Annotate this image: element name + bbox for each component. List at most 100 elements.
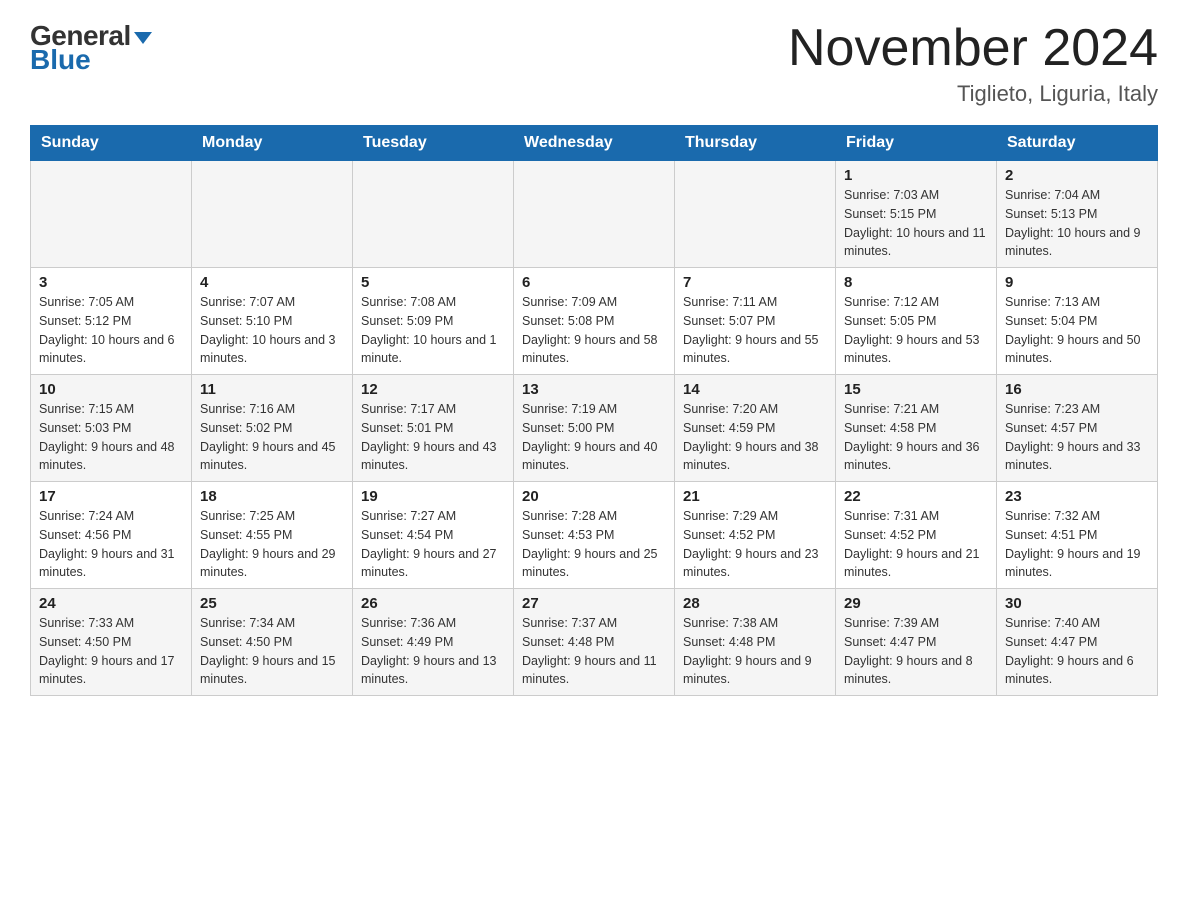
calendar-cell: 25 Sunrise: 7:34 AMSunset: 4:50 PMDayligh…: [192, 589, 353, 696]
day-number: 20: [522, 488, 666, 505]
day-number: 14: [683, 381, 827, 398]
logo-arrow-icon: [134, 32, 152, 44]
calendar-cell: 6 Sunrise: 7:09 AMSunset: 5:08 PMDaylight…: [514, 268, 675, 375]
day-info: Sunrise: 7:20 AMSunset: 4:59 PMDaylight:…: [683, 400, 827, 475]
day-info: Sunrise: 7:17 AMSunset: 5:01 PMDaylight:…: [361, 400, 505, 475]
day-number: 19: [361, 488, 505, 505]
day-info: Sunrise: 7:37 AMSunset: 4:48 PMDaylight:…: [522, 614, 666, 689]
calendar-cell: 14 Sunrise: 7:20 AMSunset: 4:59 PMDayligh…: [675, 375, 836, 482]
calendar-cell: 4 Sunrise: 7:07 AMSunset: 5:10 PMDaylight…: [192, 268, 353, 375]
calendar-cell: 2 Sunrise: 7:04 AMSunset: 5:13 PMDaylight…: [997, 161, 1158, 268]
day-number: 2: [1005, 167, 1149, 184]
calendar-table: SundayMondayTuesdayWednesdayThursdayFrid…: [30, 125, 1158, 696]
calendar-cell: 22Sunrise: 7:31 AMSunset: 4:52 PMDayligh…: [836, 482, 997, 589]
calendar-cell: 13Sunrise: 7:19 AMSunset: 5:00 PMDayligh…: [514, 375, 675, 482]
day-number: 21: [683, 488, 827, 505]
calendar-cell: 7Sunrise: 7:11 AMSunset: 5:07 PMDaylight…: [675, 268, 836, 375]
calendar-cell: 30 Sunrise: 7:40 AMSunset: 4:47 PMDayligh…: [997, 589, 1158, 696]
weekday-header-thursday: Thursday: [675, 126, 836, 161]
calendar-week-row: 10 Sunrise: 7:15 AMSunset: 5:03 PMDayligh…: [31, 375, 1158, 482]
day-number: 25: [200, 595, 344, 612]
calendar-cell: 18 Sunrise: 7:25 AMSunset: 4:55 PMDayligh…: [192, 482, 353, 589]
day-number: 13: [522, 381, 666, 398]
day-number: 7: [683, 274, 827, 291]
calendar-cell: 19 Sunrise: 7:27 AMSunset: 4:54 PMDayligh…: [353, 482, 514, 589]
day-info: Sunrise: 7:15 AMSunset: 5:03 PMDaylight:…: [39, 400, 183, 475]
day-number: 12: [361, 381, 505, 398]
calendar-cell: 20Sunrise: 7:28 AMSunset: 4:53 PMDayligh…: [514, 482, 675, 589]
location-text: Tiglieto, Liguria, Italy: [788, 81, 1158, 107]
calendar-cell: 29 Sunrise: 7:39 AMSunset: 4:47 PMDayligh…: [836, 589, 997, 696]
day-info: Sunrise: 7:16 AMSunset: 5:02 PMDaylight:…: [200, 400, 344, 475]
day-number: 29: [844, 595, 988, 612]
day-info: Sunrise: 7:04 AMSunset: 5:13 PMDaylight:…: [1005, 186, 1149, 261]
day-info: Sunrise: 7:13 AMSunset: 5:04 PMDaylight:…: [1005, 293, 1149, 368]
day-info: Sunrise: 7:07 AMSunset: 5:10 PMDaylight:…: [200, 293, 344, 368]
calendar-week-row: 17 Sunrise: 7:24 AMSunset: 4:56 PMDayligh…: [31, 482, 1158, 589]
day-info: Sunrise: 7:23 AMSunset: 4:57 PMDaylight:…: [1005, 400, 1149, 475]
calendar-cell: 27 Sunrise: 7:37 AMSunset: 4:48 PMDayligh…: [514, 589, 675, 696]
calendar-week-row: 24 Sunrise: 7:33 AMSunset: 4:50 PMDayligh…: [31, 589, 1158, 696]
calendar-cell: 15 Sunrise: 7:21 AMSunset: 4:58 PMDayligh…: [836, 375, 997, 482]
calendar-cell: 9 Sunrise: 7:13 AMSunset: 5:04 PMDaylight…: [997, 268, 1158, 375]
calendar-cell: 28Sunrise: 7:38 AMSunset: 4:48 PMDayligh…: [675, 589, 836, 696]
day-info: Sunrise: 7:36 AMSunset: 4:49 PMDaylight:…: [361, 614, 505, 689]
day-number: 24: [39, 595, 183, 612]
day-number: 17: [39, 488, 183, 505]
weekday-header-tuesday: Tuesday: [353, 126, 514, 161]
calendar-cell: 5 Sunrise: 7:08 AMSunset: 5:09 PMDaylight…: [353, 268, 514, 375]
day-number: 4: [200, 274, 344, 291]
day-info: Sunrise: 7:12 AMSunset: 5:05 PMDaylight:…: [844, 293, 988, 368]
day-info: Sunrise: 7:29 AMSunset: 4:52 PMDaylight:…: [683, 507, 827, 582]
calendar-cell: 10 Sunrise: 7:15 AMSunset: 5:03 PMDayligh…: [31, 375, 192, 482]
day-info: Sunrise: 7:21 AMSunset: 4:58 PMDaylight:…: [844, 400, 988, 475]
calendar-cell: 17 Sunrise: 7:24 AMSunset: 4:56 PMDayligh…: [31, 482, 192, 589]
day-number: 1: [844, 167, 988, 184]
day-number: 9: [1005, 274, 1149, 291]
day-info: Sunrise: 7:08 AMSunset: 5:09 PMDaylight:…: [361, 293, 505, 368]
calendar-cell: [353, 161, 514, 268]
logo: General Blue: [30, 20, 152, 76]
day-info: Sunrise: 7:05 AMSunset: 5:12 PMDaylight:…: [39, 293, 183, 368]
day-info: Sunrise: 7:27 AMSunset: 4:54 PMDaylight:…: [361, 507, 505, 582]
day-info: Sunrise: 7:40 AMSunset: 4:47 PMDaylight:…: [1005, 614, 1149, 689]
day-number: 22: [844, 488, 988, 505]
day-info: Sunrise: 7:03 AMSunset: 5:15 PMDaylight:…: [844, 186, 988, 261]
calendar-cell: 8Sunrise: 7:12 AMSunset: 5:05 PMDaylight…: [836, 268, 997, 375]
day-number: 18: [200, 488, 344, 505]
day-number: 3: [39, 274, 183, 291]
day-number: 16: [1005, 381, 1149, 398]
calendar-cell: 24 Sunrise: 7:33 AMSunset: 4:50 PMDayligh…: [31, 589, 192, 696]
day-number: 26: [361, 595, 505, 612]
day-info: Sunrise: 7:24 AMSunset: 4:56 PMDaylight:…: [39, 507, 183, 582]
day-info: Sunrise: 7:34 AMSunset: 4:50 PMDaylight:…: [200, 614, 344, 689]
weekday-header-friday: Friday: [836, 126, 997, 161]
day-number: 30: [1005, 595, 1149, 612]
title-block: November 2024 Tiglieto, Liguria, Italy: [788, 20, 1158, 107]
day-info: Sunrise: 7:09 AMSunset: 5:08 PMDaylight:…: [522, 293, 666, 368]
weekday-header-saturday: Saturday: [997, 126, 1158, 161]
calendar-cell: 26 Sunrise: 7:36 AMSunset: 4:49 PMDayligh…: [353, 589, 514, 696]
day-info: Sunrise: 7:25 AMSunset: 4:55 PMDaylight:…: [200, 507, 344, 582]
month-title: November 2024: [788, 20, 1158, 77]
weekday-header-row: SundayMondayTuesdayWednesdayThursdayFrid…: [31, 126, 1158, 161]
calendar-cell: 16 Sunrise: 7:23 AMSunset: 4:57 PMDayligh…: [997, 375, 1158, 482]
day-info: Sunrise: 7:39 AMSunset: 4:47 PMDaylight:…: [844, 614, 988, 689]
calendar-cell: 3 Sunrise: 7:05 AMSunset: 5:12 PMDaylight…: [31, 268, 192, 375]
day-number: 15: [844, 381, 988, 398]
day-number: 5: [361, 274, 505, 291]
day-number: 27: [522, 595, 666, 612]
page-header: General Blue November 2024 Tiglieto, Lig…: [30, 20, 1158, 107]
day-number: 6: [522, 274, 666, 291]
calendar-cell: [31, 161, 192, 268]
calendar-week-row: 3 Sunrise: 7:05 AMSunset: 5:12 PMDaylight…: [31, 268, 1158, 375]
day-number: 10: [39, 381, 183, 398]
logo-blue-text: Blue: [30, 44, 91, 76]
weekday-header-wednesday: Wednesday: [514, 126, 675, 161]
calendar-cell: 23Sunrise: 7:32 AMSunset: 4:51 PMDayligh…: [997, 482, 1158, 589]
weekday-header-sunday: Sunday: [31, 126, 192, 161]
day-info: Sunrise: 7:33 AMSunset: 4:50 PMDaylight:…: [39, 614, 183, 689]
day-number: 11: [200, 381, 344, 398]
calendar-cell: [514, 161, 675, 268]
calendar-cell: 21 Sunrise: 7:29 AMSunset: 4:52 PMDayligh…: [675, 482, 836, 589]
